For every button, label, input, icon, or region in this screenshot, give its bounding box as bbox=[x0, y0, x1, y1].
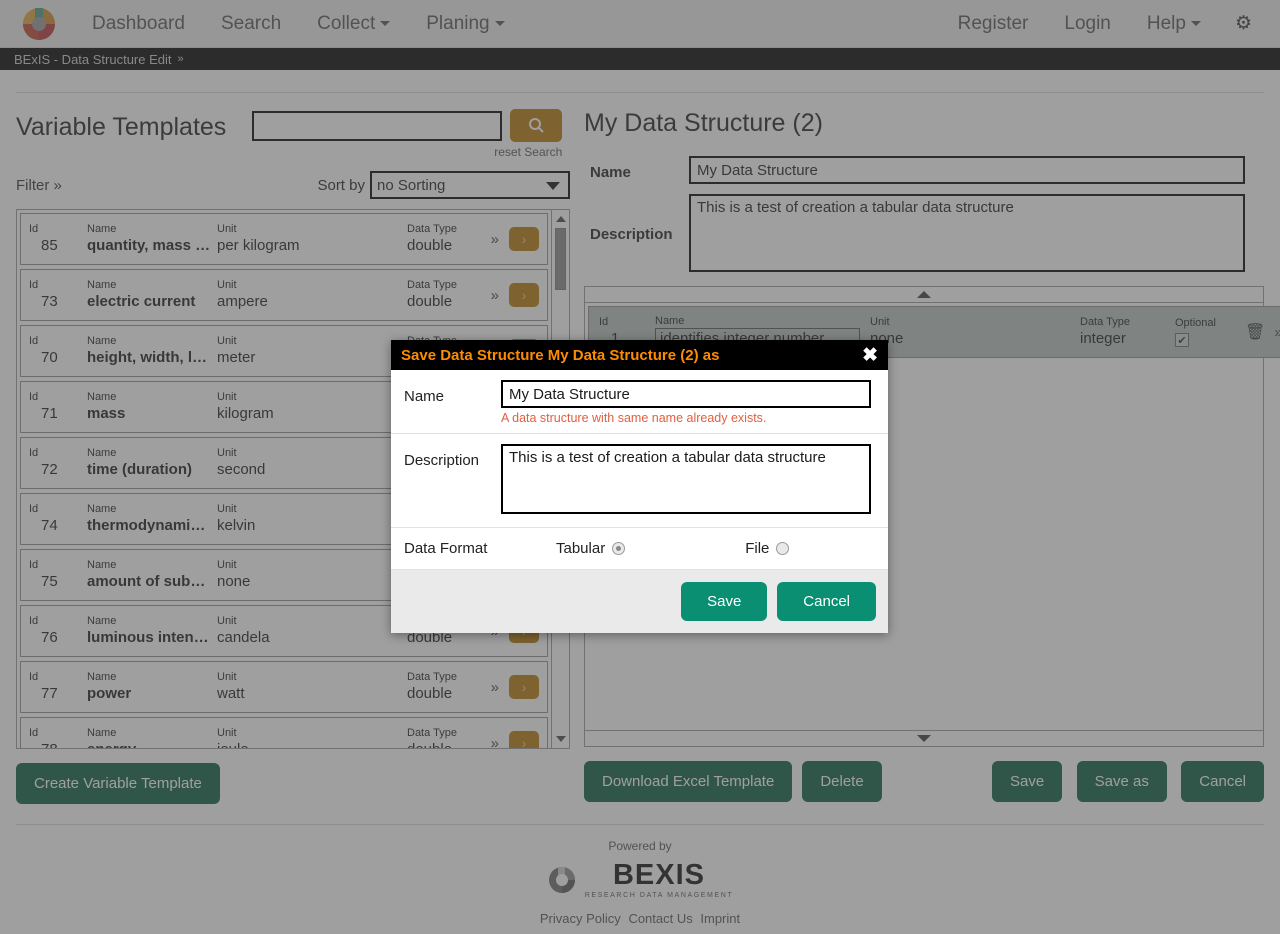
dialog-name-error: A data structure with same name already … bbox=[501, 411, 767, 425]
radio-button-tabular[interactable] bbox=[612, 542, 626, 555]
dialog-titlebar: Save Data Structure My Data Structure (2… bbox=[391, 340, 888, 370]
radio-button-file[interactable] bbox=[776, 542, 790, 555]
dialog-name-row: Name A data structure with same name alr… bbox=[391, 370, 888, 434]
radio-option-file[interactable]: File bbox=[745, 540, 790, 557]
dialog-body: Name A data structure with same name alr… bbox=[391, 370, 888, 570]
dialog-footer: Save Cancel bbox=[391, 570, 888, 633]
dialog-name-label: Name bbox=[404, 388, 445, 405]
dialog-title: Save Data Structure My Data Structure (2… bbox=[401, 346, 720, 364]
dialog-data-format-label: Data Format bbox=[404, 540, 488, 557]
radio-option-tabular[interactable]: Tabular bbox=[556, 540, 626, 557]
radio-label-file: File bbox=[745, 540, 770, 557]
save-as-dialog: Save Data Structure My Data Structure (2… bbox=[391, 340, 888, 633]
dialog-cancel-button[interactable]: Cancel bbox=[777, 582, 876, 621]
close-icon[interactable]: ✖ bbox=[862, 346, 878, 365]
dialog-description-label: Description bbox=[404, 452, 480, 469]
dialog-description-input[interactable] bbox=[501, 444, 871, 514]
dialog-data-format-row: Data Format Tabular File bbox=[391, 528, 888, 570]
dialog-save-button[interactable]: Save bbox=[681, 582, 768, 621]
radio-label-tabular: Tabular bbox=[556, 540, 606, 557]
dialog-name-input[interactable] bbox=[501, 380, 871, 408]
dialog-description-row: Description bbox=[391, 434, 888, 528]
